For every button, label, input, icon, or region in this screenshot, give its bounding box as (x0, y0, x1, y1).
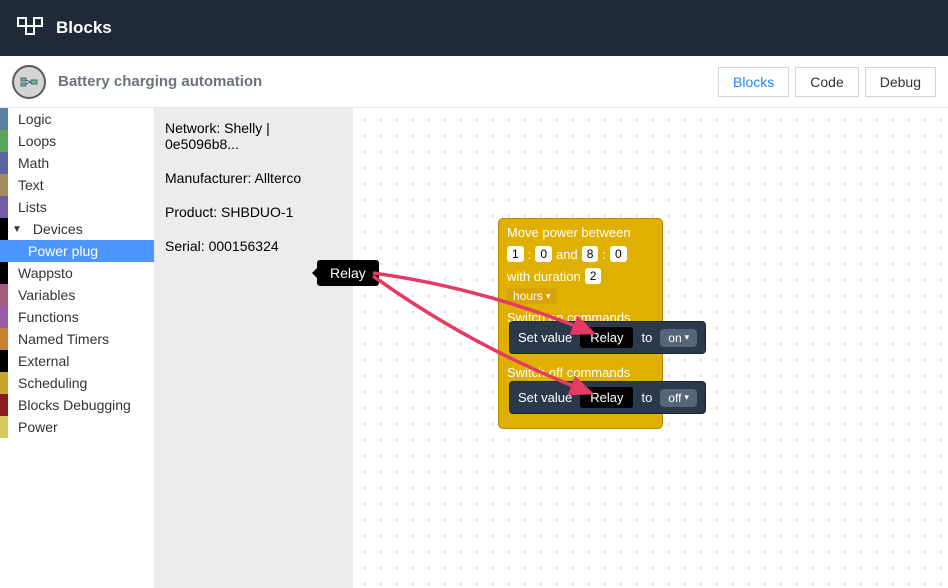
sidebar-item-logic[interactable]: Logic (0, 108, 154, 130)
relay-chip-on[interactable]: Relay (580, 327, 633, 348)
setval-prefix: Set value (518, 390, 572, 405)
tab-debug[interactable]: Debug (865, 67, 936, 97)
sidebar-item-label: Functions (10, 309, 79, 325)
sidebar-item-label: External (10, 353, 69, 369)
time1-hour-input[interactable]: 1 (507, 246, 524, 262)
sidebar-item-label: Lists (10, 199, 47, 215)
setval-off-value-select[interactable]: off (660, 389, 697, 407)
and-label: and (556, 247, 578, 262)
sidebar-item-devices[interactable]: ▼Devices (0, 218, 154, 240)
category-color-indicator (0, 196, 8, 218)
detail-network: Network: Shelly | 0e5096b8... (165, 120, 343, 152)
sidebar-item-external[interactable]: External (0, 350, 154, 372)
setval-to: to (641, 390, 652, 405)
detail-product: Product: SHBDUO-1 (165, 204, 343, 220)
blocks-logo-icon (16, 14, 44, 42)
setval-prefix: Set value (518, 330, 572, 345)
tab-blocks[interactable]: Blocks (718, 67, 789, 97)
sidebar-item-power[interactable]: Power (0, 416, 154, 438)
tab-code[interactable]: Code (795, 67, 858, 97)
sidebar-item-variables[interactable]: Variables (0, 284, 154, 306)
sidebar-item-label: Named Timers (10, 331, 109, 347)
device-details-panel: Network: Shelly | 0e5096b8... Manufactur… (155, 108, 353, 588)
category-sidebar: Logic Loops Math Text Lists ▼Devices Power plu… (0, 108, 155, 588)
sidebar-item-scheduling[interactable]: Scheduling (0, 372, 154, 394)
sidebar-item-label: Scheduling (10, 375, 87, 391)
sidebar-item-wappsto[interactable]: Wappsto (0, 262, 154, 284)
sidebar-item-loops[interactable]: Loops (0, 130, 154, 152)
category-color-indicator (0, 130, 8, 152)
flow-title: Battery charging automation (58, 73, 718, 90)
set-value-off-block[interactable]: Set value Relay to off (509, 381, 706, 414)
category-color-indicator (0, 394, 8, 416)
detail-serial: Serial: 000156324 (165, 238, 343, 254)
setval-to: to (641, 330, 652, 345)
switch-off-label: Switch off commands (507, 365, 654, 380)
category-color-indicator (0, 152, 8, 174)
sidebar-item-label: Logic (10, 111, 51, 127)
relay-source-block[interactable]: Relay (317, 260, 379, 286)
sidebar-item-text[interactable]: Text (0, 174, 154, 196)
sidebar-item-label: Loops (10, 133, 56, 149)
relay-chip-off[interactable]: Relay (580, 387, 633, 408)
sidebar-item-label: Blocks Debugging (10, 397, 131, 413)
category-color-indicator (0, 108, 8, 130)
app-title: Blocks (56, 18, 112, 38)
sidebar-item-label: Devices (25, 221, 83, 237)
sidebar-item-label: Text (10, 177, 44, 193)
sidebar-item-math[interactable]: Math (0, 152, 154, 174)
category-color-indicator (0, 240, 8, 262)
sidebar-item-label: Wappsto (10, 265, 73, 281)
duration-label: with duration (507, 269, 581, 284)
category-color-indicator (0, 328, 8, 350)
blockly-canvas[interactable]: Relay Move power between 1 : 0 and 8 : 0… (353, 108, 948, 588)
sidebar-item-label: Variables (10, 287, 75, 303)
detail-manufacturer: Manufacturer: Allterco (165, 170, 343, 186)
chevron-down-icon: ▼ (12, 224, 22, 235)
time2-min-input[interactable]: 0 (610, 246, 627, 262)
category-color-indicator (0, 372, 8, 394)
time2-hour-input[interactable]: 8 (582, 246, 599, 262)
category-color-indicator (0, 262, 8, 284)
sidebar-item-named-timers[interactable]: Named Timers (0, 328, 154, 350)
view-tabs: Blocks Code Debug (718, 67, 936, 97)
flow-icon (12, 65, 46, 99)
sub-header: Battery charging automation Blocks Code … (0, 56, 948, 108)
main-area: Logic Loops Math Text Lists ▼Devices Power plu… (0, 108, 948, 588)
duration-value-input[interactable]: 2 (585, 268, 602, 284)
sidebar-item-label: Math (10, 155, 49, 171)
time1-min-input[interactable]: 0 (535, 246, 552, 262)
top-header: Blocks (0, 0, 948, 56)
sidebar-item-functions[interactable]: Functions (0, 306, 154, 328)
category-color-indicator (0, 218, 8, 240)
sidebar-item-lists[interactable]: Lists (0, 196, 154, 218)
category-color-indicator (0, 350, 8, 372)
category-color-indicator (0, 284, 8, 306)
sidebar-item-label: Power plug (10, 243, 98, 259)
sidebar-item-label: Power (10, 419, 58, 435)
sidebar-item-blocks-debugging[interactable]: Blocks Debugging (0, 394, 154, 416)
block-title: Move power between (507, 225, 654, 240)
setval-on-value-select[interactable]: on (660, 329, 697, 347)
category-color-indicator (0, 416, 8, 438)
category-color-indicator (0, 306, 8, 328)
category-color-indicator (0, 174, 8, 196)
sidebar-item-power-plug[interactable]: Power plug (0, 240, 154, 262)
duration-unit-select[interactable]: hours (507, 288, 557, 304)
set-value-on-block[interactable]: Set value Relay to on (509, 321, 706, 354)
